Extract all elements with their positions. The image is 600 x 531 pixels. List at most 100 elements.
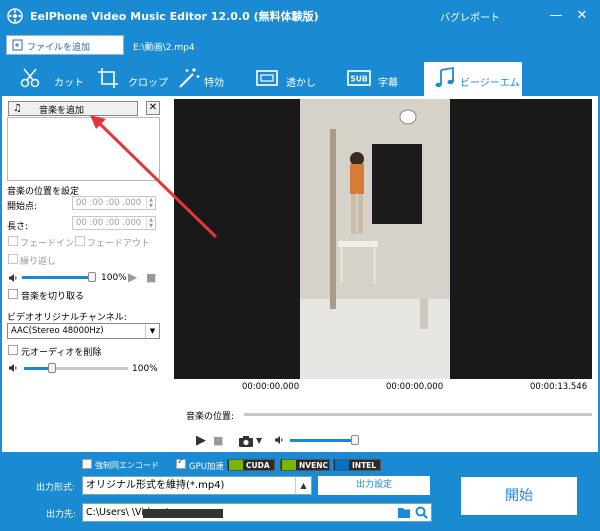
intel-label: INTEL [352, 461, 377, 470]
player-volume-icon [275, 436, 283, 444]
length-input[interactable]: 00 :00 :00 .000 ▲ ▼ [72, 216, 156, 230]
remove-audio-label: 元オーディオを削除 [21, 348, 102, 358]
add-music-button[interactable]: ♫ 音楽を追加 [8, 101, 138, 116]
video-frame-image [300, 99, 450, 379]
app-logo-icon [7, 8, 23, 24]
length-spinner[interactable]: ▲ ▼ [146, 217, 155, 229]
gpu-accel-label: GPU加速 [189, 462, 224, 472]
video-preview[interactable] [174, 99, 592, 379]
length-value: 00 :00 :00 .000 [76, 218, 142, 228]
subtitle-icon: SUB [347, 70, 371, 86]
watermark-icon [256, 70, 278, 86]
start-point-label: 開始点: [7, 202, 38, 212]
original-volume-value: 100% [132, 364, 158, 374]
video-frame [300, 99, 450, 379]
tab-watermark[interactable]: 透かし [254, 62, 334, 96]
time-end: 00:00:13.546 [530, 382, 588, 392]
channel-value: AAC(Stereo 48000Hz) [11, 326, 104, 336]
output-path-label: 出力先: [46, 510, 77, 520]
window-title: EelPhone Video Music Editor 12.0.0 (無料体験… [30, 10, 319, 23]
chevron-down-icon: ▼ [145, 324, 159, 338]
stop-icon[interactable]: ■ [213, 434, 223, 447]
redacted-username [143, 509, 223, 518]
fade-out-checkbox[interactable] [75, 236, 85, 246]
main-panel: ♫ 音楽を追加 ✕ 音楽の位置を設定 開始点: 00 :00 :00 .000 … [2, 96, 598, 452]
close-button[interactable]: ✕ [572, 6, 592, 26]
tab-label: クロップ [128, 78, 168, 89]
tab-subtitle[interactable]: SUB 字幕 [346, 62, 416, 96]
output-path-input[interactable]: C:\Users\ \Videos\ [82, 503, 432, 522]
player-volume-slider[interactable] [351, 435, 359, 445]
tab-label: 字幕 [378, 78, 398, 89]
tab-label: 特効 [204, 78, 224, 89]
music-position-label: 音楽の位置: [186, 412, 235, 422]
intel-logo-icon [335, 460, 349, 470]
loop-checkbox[interactable] [8, 254, 18, 264]
add-file-button[interactable]: ファイルを追加 [6, 35, 124, 55]
start-point-input[interactable]: 00 :00 :00 .000 ▲ ▼ [72, 196, 156, 210]
tab-crop[interactable]: クロップ [96, 62, 170, 96]
fade-in-label: フェードイン [20, 239, 75, 249]
folder-icon[interactable] [397, 506, 411, 519]
force-encode-checkbox[interactable] [82, 459, 92, 469]
channel-select[interactable]: AAC(Stereo 48000Hz) ▼ [7, 323, 160, 339]
music-volume-value: 100% [101, 273, 127, 283]
scissors-icon [20, 68, 40, 88]
intel-badge: INTEL [333, 459, 381, 471]
tab-bar: カット クロップ 特効 透かし SUB 字幕 ビージーエム [0, 58, 600, 96]
cuda-label: CUDA [246, 461, 270, 470]
minimize-button[interactable]: — [546, 6, 566, 26]
player-volume-fill [290, 439, 354, 442]
channel-label: ビデオオリジナルチャンネル: [7, 313, 127, 323]
music-volume-slider[interactable] [88, 272, 96, 282]
svg-text:SUB: SUB [350, 75, 367, 84]
cut-music-checkbox[interactable] [8, 289, 18, 299]
output-bar: 強制同エンコード GPU加速 CUDA NVENC INTEL 出力形式: オリ… [0, 452, 600, 531]
music-volume-fill [22, 276, 92, 279]
play-music-icon[interactable]: ▶ [128, 270, 137, 284]
chevron-up-icon: ▲ [295, 477, 311, 494]
tab-label: カット [54, 78, 84, 89]
force-encode-label: 強制同エンコード [95, 461, 159, 470]
title-bar: EelPhone Video Music Editor 12.0.0 (無料体験… [0, 0, 600, 32]
start-button[interactable]: 開始 [461, 477, 577, 515]
music-note-icon: ♫ [13, 103, 22, 114]
magic-wand-icon [179, 68, 200, 88]
format-select[interactable]: オリジナル形式を維持(*.mp4) ▲ [82, 476, 312, 495]
loop-label: 繰り返し [20, 257, 57, 267]
tab-bgm[interactable]: ビージーエム [424, 62, 522, 96]
music-position-slider[interactable] [244, 413, 592, 416]
length-label: 長さ: [7, 222, 29, 232]
stop-music-icon[interactable]: ■ [146, 271, 156, 284]
nvenc-badge: NVENC [280, 459, 330, 471]
start-point-spinner[interactable]: ▲ ▼ [146, 197, 155, 209]
format-value: オリジナル形式を維持(*.mp4) [86, 480, 225, 491]
volume-icon [9, 274, 17, 282]
camera-icon[interactable] [238, 435, 254, 447]
chevron-down-icon[interactable]: ▼ [256, 436, 262, 445]
crop-icon [98, 68, 118, 88]
fade-in-checkbox[interactable] [8, 236, 18, 246]
nvidia-logo-icon [282, 460, 296, 470]
search-icon[interactable] [415, 506, 428, 519]
file-path: E:\動画\2.mp4 [133, 43, 195, 53]
start-point-value: 00 :00 :00 .000 [76, 198, 142, 208]
output-settings-button[interactable]: 出力設定 [318, 476, 430, 495]
original-volume-icon [9, 364, 17, 372]
original-volume-slider[interactable] [48, 363, 56, 373]
gpu-accel-checkbox[interactable] [176, 457, 186, 469]
music-note-icon [435, 66, 454, 88]
nvidia-logo-icon [229, 460, 243, 470]
bug-report-link[interactable]: バグレポート [440, 9, 500, 24]
remove-music-button[interactable]: ✕ [146, 101, 160, 115]
music-list[interactable] [7, 117, 160, 181]
remove-audio-checkbox[interactable] [8, 345, 18, 355]
tab-effects[interactable]: 特効 [176, 62, 248, 96]
add-music-label: 音楽を追加 [39, 106, 85, 116]
tab-label: ビージーエム [460, 78, 520, 89]
nvenc-label: NVENC [299, 461, 328, 470]
play-icon[interactable]: ▶ [196, 433, 206, 448]
time-current: 00:00:00.000 [386, 382, 444, 392]
add-file-icon [12, 39, 23, 51]
tab-cut[interactable]: カット [18, 62, 90, 96]
